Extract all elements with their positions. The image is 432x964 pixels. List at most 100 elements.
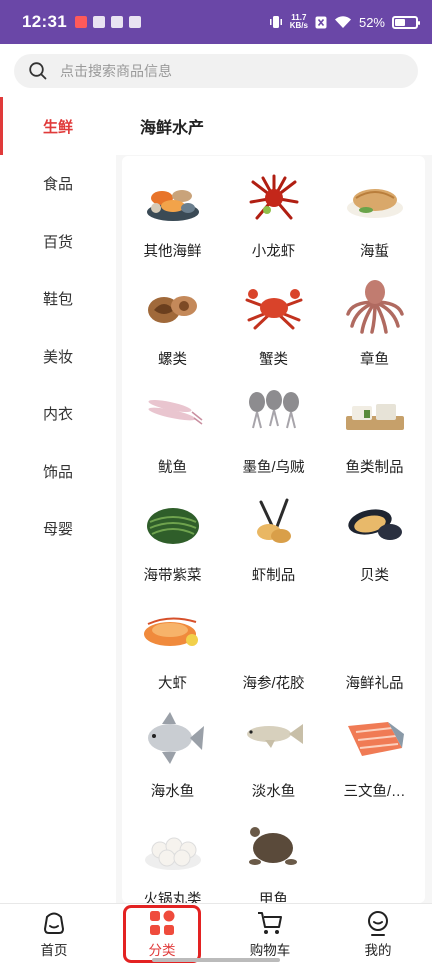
battery-percent: 52%	[358, 14, 385, 30]
sidebar-item-accessories[interactable]: 饰品	[0, 443, 116, 501]
nav-home[interactable]: 首页	[0, 904, 108, 964]
category-sidebar: 生鲜 食品 百货 鞋包 美妆 内衣 饰品 母婴	[0, 97, 116, 903]
fishball-icon	[140, 816, 206, 876]
product-label: 海蜇	[360, 244, 389, 260]
turtle-icon	[241, 816, 307, 876]
product-label: 鱿鱼	[158, 460, 187, 476]
product-item[interactable]: 贝类	[324, 492, 425, 600]
product-item[interactable]: 其他海鲜	[122, 168, 223, 276]
product-item[interactable]: 海鲜礼品	[324, 600, 425, 708]
product-label: 蟹类	[259, 352, 288, 368]
product-item[interactable]: 三文鱼/…	[324, 708, 425, 816]
product-item[interactable]: 甲鱼	[223, 816, 324, 903]
product-label: 螺类	[158, 352, 187, 368]
profile-icon	[368, 911, 388, 936]
product-item[interactable]: 大虾	[122, 600, 223, 708]
carp-icon	[241, 708, 307, 768]
product-label: 虾制品	[251, 568, 296, 584]
product-label: 海鲜礼品	[345, 676, 404, 692]
app-notification-icon	[74, 16, 87, 28]
product-item[interactable]: 鱼类制品	[324, 384, 425, 492]
cuttlefish-icon	[241, 384, 307, 444]
crown-notification-icon	[128, 16, 141, 28]
prawn-icon	[140, 600, 206, 660]
product-label: 海带紫菜	[143, 568, 202, 584]
snail-icon	[140, 276, 206, 336]
sidebar-item-general-goods[interactable]: 百货	[0, 213, 116, 271]
product-item[interactable]: 鱿鱼	[122, 384, 223, 492]
product-label: 其他海鲜	[143, 244, 202, 260]
sidebar-item-fresh[interactable]: 生鲜	[0, 97, 116, 155]
product-panel: 其他海鲜 小龙虾 海蜇 螺类 蟹类 章鱼 鱿鱼 墨鱼/乌贼 鱼类制品 海带紫菜 …	[122, 156, 425, 903]
product-label: 贝类	[360, 568, 389, 584]
search-input[interactable]: 点击搜索商品信息	[14, 54, 418, 88]
product-label: 章鱼	[360, 352, 389, 368]
network-speed: 11.7 KB/s	[290, 14, 308, 30]
sim-icon	[315, 16, 327, 28]
app-notification-icon	[110, 16, 123, 28]
nav-category[interactable]: 分类	[108, 904, 216, 964]
product-item[interactable]: 火锅丸类	[122, 816, 223, 903]
pomfret-icon	[140, 708, 206, 768]
product-item[interactable]: 海带紫菜	[122, 492, 223, 600]
product-item[interactable]: 海参/花胶	[223, 600, 324, 708]
vibrate-icon	[269, 16, 282, 28]
product-label: 甲鱼	[259, 892, 288, 903]
crab-icon	[241, 276, 307, 336]
nav-label: 分类	[148, 943, 176, 958]
cart-icon	[258, 912, 282, 934]
search-placeholder: 点击搜索商品信息	[60, 63, 172, 79]
product-label: 小龙虾	[251, 244, 296, 260]
seaweed-icon	[140, 492, 206, 552]
battery-icon	[392, 15, 420, 29]
bottom-navigation: 首页 分类 购物车 我的	[0, 903, 432, 964]
product-item[interactable]: 小龙虾	[223, 168, 324, 276]
fish-product-icon	[342, 384, 408, 444]
product-item[interactable]: 章鱼	[324, 276, 425, 384]
sidebar-item-underwear[interactable]: 内衣	[0, 385, 116, 443]
tiktok-notification-icon	[92, 16, 105, 28]
product-label: 淡水鱼	[251, 784, 296, 800]
mussel-icon	[342, 492, 408, 552]
wifi-icon	[334, 16, 351, 28]
product-label: 三文鱼/…	[343, 784, 406, 800]
product-item[interactable]: 虾制品	[223, 492, 324, 600]
notification-icons	[74, 16, 141, 28]
nav-profile[interactable]: 我的	[324, 904, 432, 964]
nav-label: 我的	[364, 943, 392, 958]
salmon-icon	[342, 708, 408, 768]
status-bar: 12:31 11.7 KB/s 52%	[0, 0, 432, 44]
home-icon	[43, 912, 65, 934]
network-speed-unit: KB/s	[289, 21, 308, 30]
subcategory-title: 海鲜水产	[116, 97, 432, 155]
category-icon	[150, 910, 175, 935]
shrimp-product-icon	[241, 492, 307, 552]
sidebar-item-baby[interactable]: 母婴	[0, 500, 116, 558]
status-time: 12:31	[22, 12, 67, 31]
product-label: 大虾	[158, 676, 187, 692]
sidebar-item-shoes-bags[interactable]: 鞋包	[0, 270, 116, 328]
product-item[interactable]: 海蜇	[324, 168, 425, 276]
sidebar-item-food[interactable]: 食品	[0, 155, 116, 213]
crayfish-icon	[241, 168, 307, 228]
jellyfish-icon	[342, 168, 408, 228]
product-label: 海水鱼	[150, 784, 195, 800]
product-label: 海参/花胶	[242, 676, 305, 692]
product-item[interactable]: 墨鱼/乌贼	[223, 384, 324, 492]
sea-cucumber-placeholder	[241, 600, 307, 660]
product-grid: 其他海鲜 小龙虾 海蜇 螺类 蟹类 章鱼 鱿鱼 墨鱼/乌贼 鱼类制品 海带紫菜 …	[122, 156, 425, 903]
product-item[interactable]: 海水鱼	[122, 708, 223, 816]
mixed-seafood-icon	[140, 168, 206, 228]
sidebar-item-beauty[interactable]: 美妆	[0, 328, 116, 386]
home-indicator-bar[interactable]	[152, 958, 280, 962]
product-item[interactable]: 螺类	[122, 276, 223, 384]
octopus-icon	[342, 276, 408, 336]
nav-cart[interactable]: 购物车	[216, 904, 324, 964]
product-label: 墨鱼/乌贼	[242, 460, 305, 476]
seafood-gift-placeholder	[342, 600, 408, 660]
product-item[interactable]: 蟹类	[223, 276, 324, 384]
search-icon	[29, 62, 47, 80]
nav-label: 首页	[40, 943, 68, 958]
product-item[interactable]: 淡水鱼	[223, 708, 324, 816]
search-bar-container: 点击搜索商品信息	[0, 44, 432, 97]
